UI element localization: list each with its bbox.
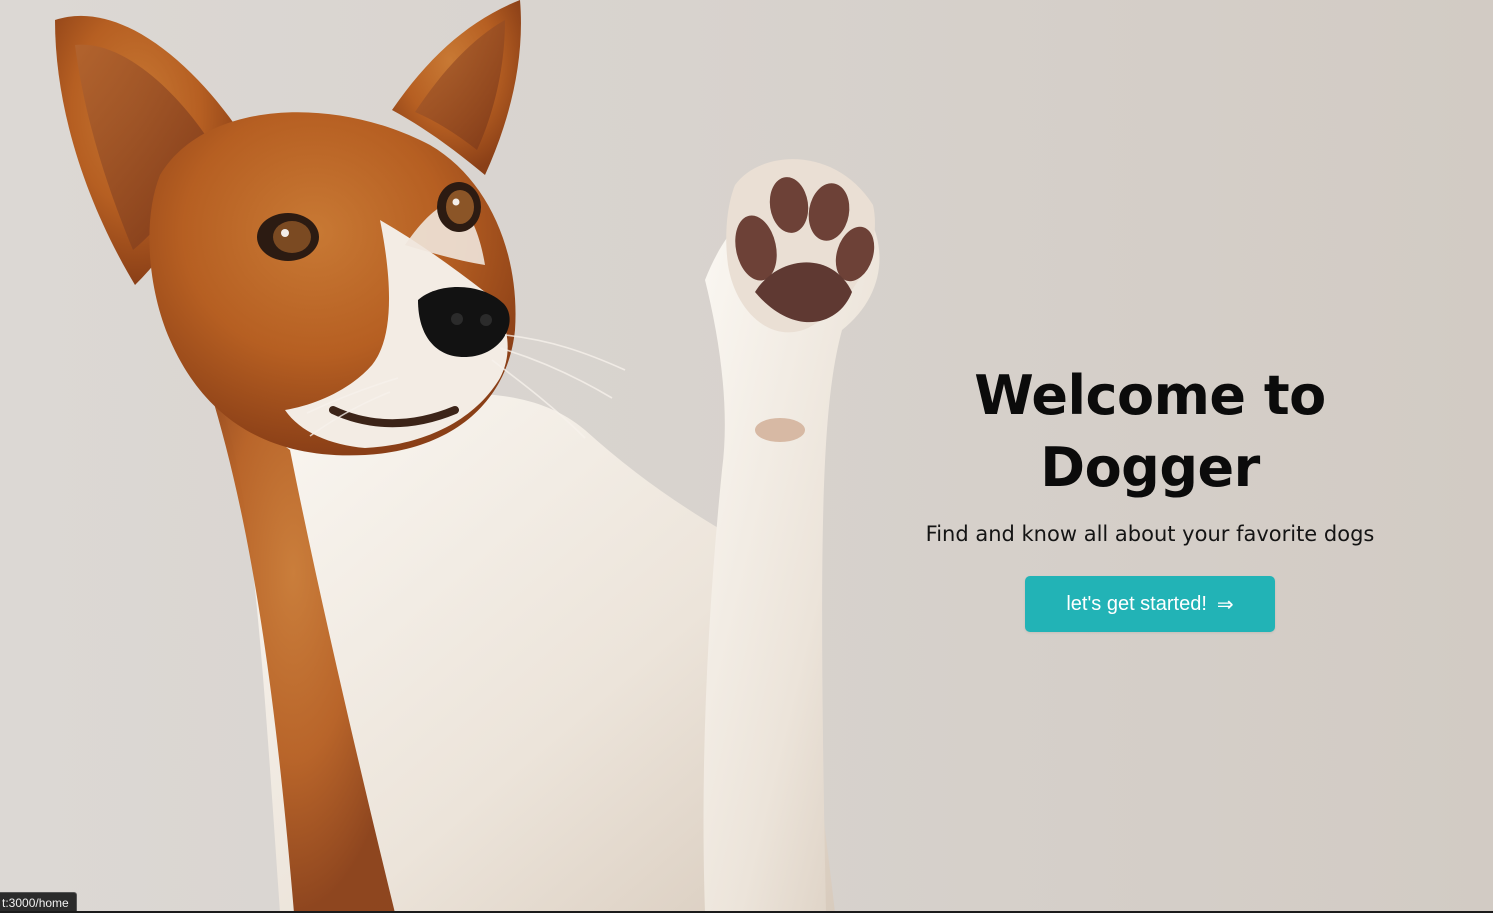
page-title: Welcome to Dogger bbox=[974, 364, 1326, 499]
dog-waving-image bbox=[55, 0, 880, 913]
hero-content: Welcome to Dogger Find and know all abou… bbox=[880, 360, 1420, 632]
get-started-button-label: let's get started! bbox=[1066, 592, 1207, 615]
double-right-arrow-icon: ⇒ bbox=[1216, 592, 1234, 616]
hero-subtitle: Find and know all about your favorite do… bbox=[925, 522, 1375, 546]
hero-section: Welcome to Dogger Find and know all abou… bbox=[0, 0, 1493, 913]
status-url-tooltip: t:3000/home bbox=[0, 892, 77, 913]
get-started-button[interactable]: let's get started! ⇒ bbox=[1025, 576, 1275, 632]
